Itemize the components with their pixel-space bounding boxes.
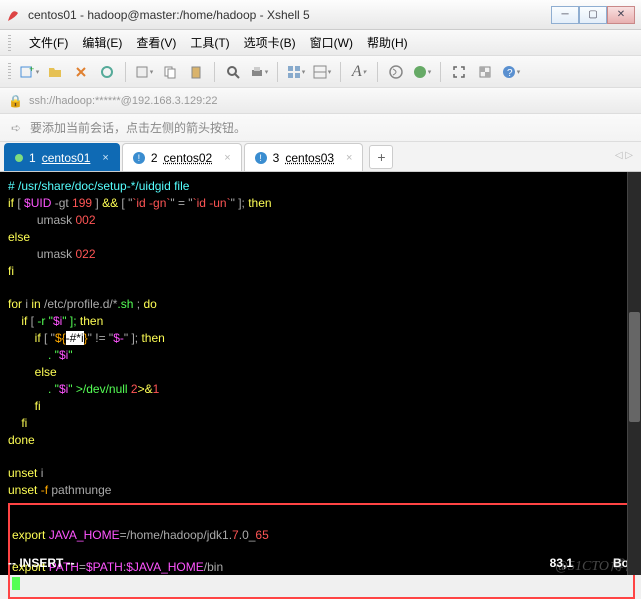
svg-text:?: ? [507, 68, 513, 79]
fullscreen-button[interactable] [447, 60, 471, 84]
script-button[interactable] [384, 60, 408, 84]
new-session-button[interactable]: + [17, 60, 41, 84]
tab-centos01[interactable]: 1 centos01 × [4, 143, 120, 171]
terminal-content: # /usr/share/doc/setup-*/uidgid file if … [8, 178, 633, 599]
menubar-grip [8, 35, 11, 51]
terminal[interactable]: # /usr/share/doc/setup-*/uidgid file if … [0, 172, 641, 575]
window-title: centos01 - hadoop@master:/home/hadoop - … [28, 8, 551, 22]
tile-button[interactable] [284, 60, 308, 84]
vim-mode: -- INSERT -- [8, 555, 550, 571]
tab-close-icon[interactable]: × [346, 152, 352, 164]
layout-button[interactable] [310, 60, 334, 84]
transparency-button[interactable] [473, 60, 497, 84]
tab-name: centos01 [42, 151, 91, 165]
menu-edit[interactable]: 编辑(E) [82, 34, 122, 51]
svg-text:+: + [29, 64, 34, 74]
hint-text: 要添加当前会话，点击左侧的箭头按钮。 [30, 119, 246, 136]
disconnect-button[interactable] [95, 60, 119, 84]
toolbar-grip [8, 63, 11, 81]
lock-icon: 🔒 [8, 94, 23, 108]
toolbar-sep-3 [277, 62, 278, 82]
highlighted-export-block: export JAVA_HOME=/home/hadoop/jdk1.7.0_6… [8, 503, 635, 599]
status-dot-icon [15, 154, 23, 162]
menubar: 文件(F) 编辑(E) 查看(V) 工具(T) 选项卡(B) 窗口(W) 帮助(… [0, 30, 641, 56]
add-session-arrow-icon[interactable]: ➪ [8, 120, 24, 136]
close-button[interactable]: ✕ [607, 6, 635, 24]
add-tab-button[interactable]: + [369, 145, 393, 169]
cursor-icon [12, 577, 20, 590]
watermark: @51CTO博客 [555, 559, 637, 575]
toolbar-sep-5 [377, 62, 378, 82]
scrollbar[interactable] [627, 172, 641, 575]
find-button[interactable] [221, 60, 245, 84]
tab-nav-icon[interactable]: ◁ ▷ [615, 150, 633, 161]
app-logo-icon [6, 7, 22, 23]
properties-button[interactable] [132, 60, 156, 84]
tab-close-icon[interactable]: × [224, 152, 230, 164]
menu-view[interactable]: 查看(V) [136, 34, 176, 51]
tab-close-icon[interactable]: × [102, 152, 108, 164]
toolbar-sep-2 [214, 62, 215, 82]
menu-tabs[interactable]: 选项卡(B) [244, 34, 296, 51]
address-text[interactable]: ssh://hadoop:******@192.168.3.129:22 [29, 95, 218, 107]
maximize-button[interactable]: ▢ [579, 6, 607, 24]
titlebar: centos01 - hadoop@master:/home/hadoop - … [0, 0, 641, 30]
hint-bar: ➪ 要添加当前会话，点击左侧的箭头按钮。 [0, 114, 641, 142]
reconnect-button[interactable] [69, 60, 93, 84]
tab-index: 1 [29, 151, 36, 165]
toolbar-sep-4 [340, 62, 341, 82]
tab-name: centos03 [285, 151, 334, 165]
vim-status-line: -- INSERT -- 83,1 Bot [8, 555, 633, 571]
paste-button[interactable] [184, 60, 208, 84]
alert-icon: ! [133, 152, 145, 164]
minimize-button[interactable]: ─ [551, 6, 579, 24]
print-button[interactable] [247, 60, 271, 84]
tab-index: 3 [273, 151, 280, 165]
copy-button[interactable] [158, 60, 182, 84]
menu-window[interactable]: 窗口(W) [310, 34, 353, 51]
tab-index: 2 [151, 151, 158, 165]
toolbar: + A ? [0, 56, 641, 88]
alert-icon: ! [255, 152, 267, 164]
window-buttons: ─ ▢ ✕ [551, 6, 635, 24]
font-button[interactable]: A [347, 60, 371, 84]
menu-help[interactable]: 帮助(H) [367, 34, 408, 51]
tab-name: centos02 [164, 151, 213, 165]
address-bar: 🔒 ssh://hadoop:******@192.168.3.129:22 [0, 88, 641, 114]
tab-centos02[interactable]: ! 2 centos02 × [122, 143, 242, 171]
menu-tools[interactable]: 工具(T) [190, 34, 229, 51]
toolbar-sep-1 [125, 62, 126, 82]
toolbar-sep-6 [440, 62, 441, 82]
tab-centos03[interactable]: ! 3 centos03 × [244, 143, 364, 171]
tab-bar: 1 centos01 × ! 2 centos02 × ! 3 centos03… [0, 142, 641, 172]
color-scheme-button[interactable] [410, 60, 434, 84]
menu-file[interactable]: 文件(F) [29, 34, 68, 51]
open-button[interactable] [43, 60, 67, 84]
help-button[interactable]: ? [499, 60, 523, 84]
scrollbar-thumb[interactable] [629, 312, 640, 422]
